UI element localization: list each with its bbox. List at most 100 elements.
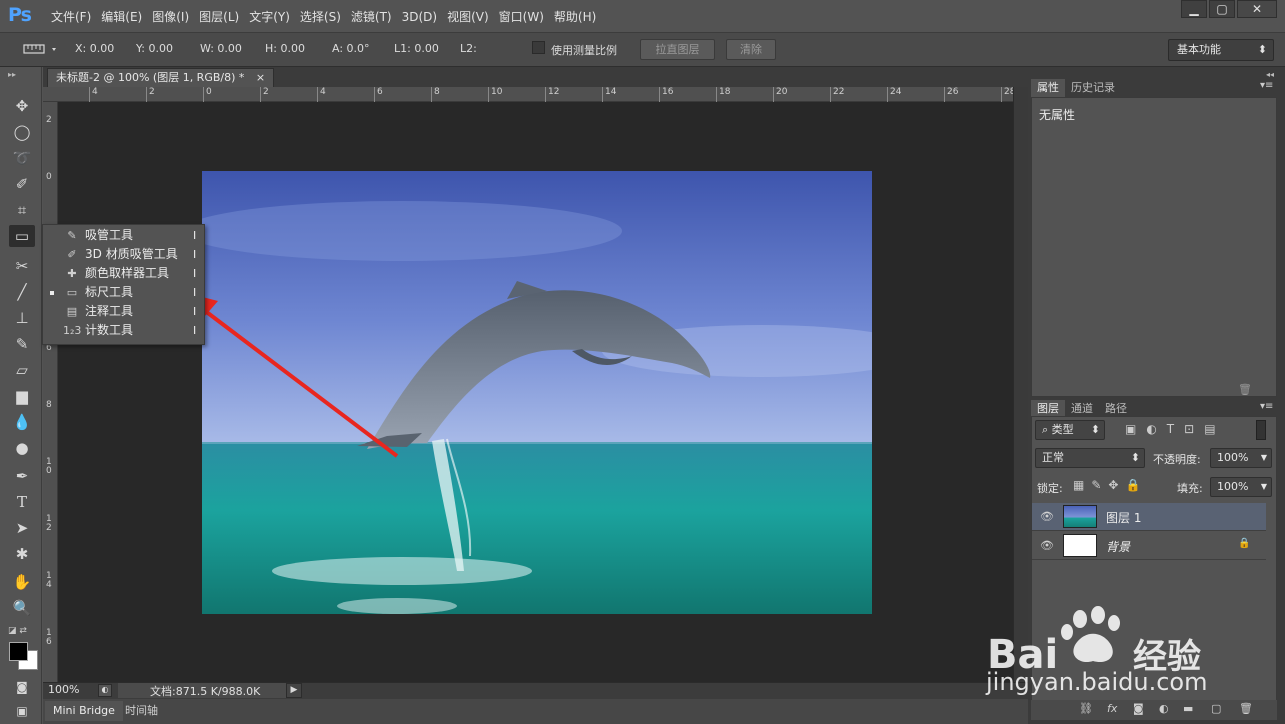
angle-readout: A: 0.0° xyxy=(332,42,370,55)
new-layer-icon[interactable]: ▢ xyxy=(1211,702,1221,715)
search-icon: ⌕ xyxy=(1042,423,1052,436)
dodge-tool-icon[interactable]: ● xyxy=(9,437,35,459)
visibility-eye-icon[interactable]: 👁 xyxy=(1040,510,1054,523)
ruler-tick-line xyxy=(488,87,489,102)
panel-menu-icon[interactable]: ▾≡ xyxy=(1260,80,1273,91)
eraser-tool-icon[interactable]: ▱ xyxy=(9,359,35,381)
straighten-layer-button[interactable]: 拉直图层 xyxy=(640,39,715,60)
menu-item-3[interactable]: 图层(L) xyxy=(194,8,244,26)
minimize-button[interactable]: ▁ xyxy=(1181,0,1207,18)
menu-item-9[interactable]: 窗口(W) xyxy=(494,8,549,26)
menu-item-5[interactable]: 选择(S) xyxy=(295,8,346,26)
menu-item-8[interactable]: 视图(V) xyxy=(442,8,494,26)
tab-properties[interactable]: 属性 xyxy=(1031,79,1065,97)
collapse-panels-icon[interactable]: ◂◂ xyxy=(1266,70,1274,79)
zoom-level[interactable]: 100% xyxy=(48,683,79,696)
tab-timeline[interactable]: 时间轴 xyxy=(117,701,166,721)
maximize-button[interactable]: ▢ xyxy=(1209,0,1235,18)
tab-history[interactable]: 历史记录 xyxy=(1065,79,1121,97)
workspace-select[interactable]: 基本功能 ⬍ xyxy=(1168,39,1274,61)
crop-tool-icon[interactable]: ⌗ xyxy=(9,199,35,221)
path-select-tool-icon[interactable]: ➤ xyxy=(9,517,35,539)
lock-options-icons[interactable]: ▦✎✥🔒 xyxy=(1073,478,1147,492)
screen-mode-icon[interactable]: ▣ xyxy=(9,700,35,722)
gradient-tool-icon[interactable]: ▆ xyxy=(9,385,35,407)
use-measure-scale-label: 使用测量比例 xyxy=(551,44,617,57)
zoom-tool-icon[interactable]: 🔍 xyxy=(9,597,35,619)
x-readout: X: 0.00 xyxy=(75,42,115,55)
flyout-item-color-sampler[interactable]: ✚ 颜色取样器工具 I xyxy=(43,264,204,283)
new-group-icon[interactable]: ▬ xyxy=(1183,702,1193,715)
blend-mode-select[interactable]: 正常 ⬍ xyxy=(1035,448,1145,468)
flyout-item-3d-material-eyedropper[interactable]: ✐ 3D 材质吸管工具 I xyxy=(43,245,204,264)
shape-tool-icon[interactable]: ✱ xyxy=(9,543,35,565)
fx-icon[interactable]: fx xyxy=(1107,702,1117,715)
close-button[interactable]: ✕ xyxy=(1237,0,1277,18)
pen-tool-icon[interactable]: ✒ xyxy=(9,465,35,487)
ruler-tick-line xyxy=(716,87,717,102)
quick-mask-icon[interactable]: ◙ xyxy=(9,676,35,698)
clear-button[interactable]: 清除 xyxy=(726,39,776,60)
layer-filter-icons[interactable]: ▣◐T⊡▤ xyxy=(1125,422,1226,436)
layer-filter-select[interactable]: ⌕ 类型 ⬍ xyxy=(1035,420,1105,440)
move-tool-icon[interactable]: ✥ xyxy=(9,95,35,117)
adjustment-layer-icon[interactable]: ◐ xyxy=(1159,702,1169,715)
document-tab[interactable]: 未标题-2 @ 100% (图层 1, RGB/8) * × xyxy=(47,68,275,87)
quick-select-tool-icon[interactable]: ✐ xyxy=(9,173,35,195)
filter-toggle[interactable] xyxy=(1256,420,1266,440)
tab-mini-bridge[interactable]: Mini Bridge xyxy=(45,701,123,721)
ruler-left: 2024681 01 21 41 6 xyxy=(43,102,58,682)
history-brush-icon[interactable]: ✎ xyxy=(9,333,35,355)
bottom-panel-tabs xyxy=(43,699,1028,724)
use-measure-scale-checkbox[interactable] xyxy=(532,41,545,54)
menu-item-4[interactable]: 文字(Y) xyxy=(244,8,295,26)
no-properties-text: 无属性 xyxy=(1039,108,1076,122)
workspace-label: 基本功能 xyxy=(1177,43,1221,56)
menu-item-2[interactable]: 图像(I) xyxy=(147,8,194,26)
collapse-toolbox-icon[interactable]: ▸▸ xyxy=(8,70,16,79)
ruler-tick-line xyxy=(1001,87,1002,102)
layer-name: 背景 xyxy=(1106,540,1131,554)
flyout-item-ruler[interactable]: ▭ 标尺工具 I xyxy=(43,283,204,302)
close-tab-icon[interactable]: × xyxy=(256,71,265,84)
flyout-item-eyedropper[interactable]: ✎ 吸管工具 I xyxy=(43,226,204,245)
layers-panel-menu-icon[interactable]: ▾≡ xyxy=(1260,401,1273,412)
status-menu-arrow-icon[interactable]: ▶ xyxy=(286,683,302,698)
menu-item-7[interactable]: 3D(D) xyxy=(397,8,442,26)
foreground-color-swatch[interactable] xyxy=(9,642,28,661)
layer-row-background[interactable]: 👁 背景 🔒 xyxy=(1032,532,1266,560)
opacity-field[interactable]: 100% ▼ xyxy=(1210,448,1272,468)
default-colors-icon[interactable]: ◪ ⇄ xyxy=(8,626,27,636)
flyout-item-note[interactable]: ▤ 注释工具 I xyxy=(43,302,204,321)
document-tab-title: 未标题-2 @ 100% (图层 1, RGB/8) * xyxy=(56,71,245,84)
trash-icon[interactable]: 🗑 xyxy=(1238,383,1252,396)
marquee-tool-icon[interactable]: ◯ xyxy=(9,121,35,143)
menu-item-10[interactable]: 帮助(H) xyxy=(549,8,601,26)
flyout-item-label: 计数工具 xyxy=(85,323,134,337)
ruler-tick: 1 6 xyxy=(46,628,52,647)
flyout-item-count[interactable]: 1₂3 计数工具 I xyxy=(43,321,204,340)
ruler-tick-line xyxy=(944,87,945,102)
healing-tool-icon[interactable]: ✂ xyxy=(9,255,35,277)
delete-layer-icon[interactable]: 🗑 xyxy=(1239,702,1253,715)
menu-item-1[interactable]: 编辑(E) xyxy=(96,8,147,26)
add-mask-icon[interactable]: ◙ xyxy=(1133,702,1144,715)
ruler-tool-icon[interactable]: ▭ xyxy=(9,225,35,247)
blur-tool-icon[interactable]: 💧 xyxy=(9,411,35,433)
type-tool-icon[interactable]: T xyxy=(9,491,35,513)
stamp-tool-icon[interactable]: ⊥ xyxy=(9,307,35,329)
ruler-tick: 6 xyxy=(46,343,52,353)
status-info-icon[interactable]: ◐ xyxy=(98,684,112,697)
color-sampler-icon: ✚ xyxy=(67,267,77,280)
visibility-eye-icon[interactable]: 👁 xyxy=(1040,539,1054,552)
menu-item-6[interactable]: 滤镜(T) xyxy=(346,8,397,26)
lasso-tool-icon[interactable]: ➰ xyxy=(9,147,35,169)
hand-tool-icon[interactable]: ✋ xyxy=(9,571,35,593)
brush-tool-icon[interactable]: ╱ xyxy=(9,281,35,303)
photoshop-logo: Ps xyxy=(8,4,32,26)
layer-row-layer1[interactable]: 👁 图层 1 xyxy=(1032,503,1266,531)
tool-preset-picker[interactable] xyxy=(22,41,60,57)
fill-field[interactable]: 100% ▼ xyxy=(1210,477,1272,497)
link-layers-icon[interactable]: ⛓ xyxy=(1079,702,1093,715)
menu-item-0[interactable]: 文件(F) xyxy=(46,8,96,26)
